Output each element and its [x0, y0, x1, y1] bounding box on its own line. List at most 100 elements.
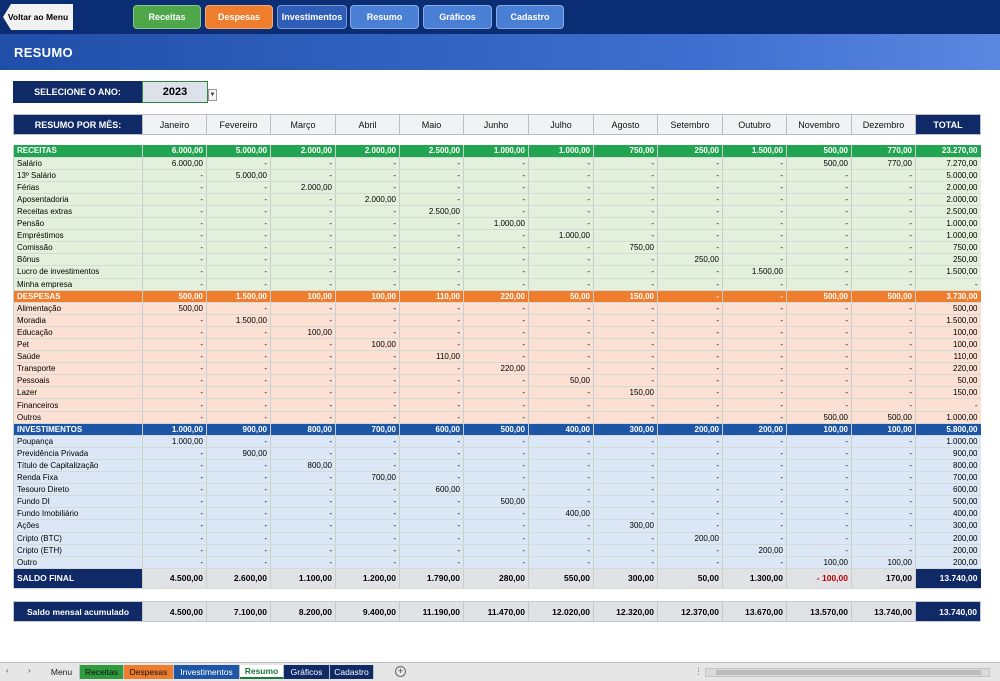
row-value: -: [786, 205, 852, 219]
row-value: -: [528, 302, 594, 315]
row-value: -: [657, 362, 723, 376]
saldo-final-value: - 100,00: [786, 568, 852, 589]
row-value: -: [593, 507, 658, 521]
sheet-tab-investimentos[interactable]: Investimentos: [174, 665, 240, 679]
chevron-right-icon[interactable]: ›: [28, 666, 31, 675]
row-value: -: [335, 556, 400, 569]
table-row: Financeiros - - - - - - - - - - - - -: [13, 398, 981, 412]
saldo-final-value: 1.200,00: [335, 568, 400, 589]
section-header-value: 800,00: [270, 423, 336, 436]
row-value: -: [335, 169, 400, 182]
nav-button-despesas[interactable]: Despesas: [205, 5, 273, 29]
row-value: -: [270, 193, 336, 206]
scrollbar-thumb[interactable]: [716, 670, 981, 675]
row-value: -: [851, 398, 916, 412]
row-value: -: [206, 278, 271, 291]
row-value: -: [463, 544, 529, 557]
row-value: -: [270, 556, 336, 569]
row-value: -: [142, 507, 207, 521]
plus-circle-icon[interactable]: +: [395, 666, 406, 677]
row-total: 400,00: [915, 507, 981, 521]
row-value: 100,00: [335, 338, 400, 352]
section-header-total: 3.730,00: [915, 290, 981, 303]
row-value: -: [142, 229, 207, 243]
nav-button-investimentos[interactable]: Investimentos: [277, 5, 347, 29]
row-value: -: [851, 350, 916, 364]
row-value: -: [657, 229, 723, 243]
row-value: -: [722, 507, 787, 521]
row-label: Pensão: [13, 217, 143, 231]
year-selector-value[interactable]: 2023: [142, 81, 208, 103]
horizontal-scrollbar[interactable]: [705, 668, 990, 677]
sheet-tab-grficos[interactable]: Gráficos: [284, 665, 330, 679]
accumulated-balance-table: Saldo mensal acumulado 4.500,00 7.100,00 8.…: [13, 601, 981, 622]
section-header-value: 100,00: [851, 423, 916, 436]
row-value: -: [206, 398, 271, 412]
table-row: Cripto (ETH) - - - - - - - - -200,00- -200,00: [13, 544, 981, 557]
row-value: -: [463, 350, 529, 364]
row-value: -: [206, 362, 271, 376]
row-value: -: [657, 495, 723, 509]
sheet-tab-cadastro[interactable]: Cadastro: [330, 665, 374, 679]
row-value: -: [593, 253, 658, 267]
chevron-left-icon[interactable]: ‹: [6, 666, 9, 675]
month-header-cell: Julho: [528, 114, 594, 135]
row-value: -: [593, 483, 658, 497]
sheet-tab-menu[interactable]: Menu: [44, 665, 80, 679]
row-value: -: [593, 314, 658, 327]
sheet-tab-resumo[interactable]: Resumo: [240, 665, 284, 679]
row-value: -: [335, 507, 400, 521]
row-value: -: [206, 338, 271, 352]
row-value: -: [851, 435, 916, 448]
row-value: -: [851, 314, 916, 327]
table-row: Tesouro Direto - - - -600,00- - - - - - -600,00: [13, 483, 981, 497]
section-header-value: 500,00: [786, 290, 852, 303]
section-header-value: 220,00: [463, 290, 529, 303]
dropdown-arrow-icon[interactable]: ▼: [208, 89, 217, 101]
row-value: -: [786, 350, 852, 364]
row-value: -: [399, 398, 464, 412]
table-row: Renda Fixa - - -700,00- - - - - - - -700,00: [13, 471, 981, 485]
row-value: -: [786, 519, 852, 533]
row-value: -: [270, 374, 336, 388]
row-total: 900,00: [915, 447, 981, 460]
row-value: -: [593, 193, 658, 206]
row-value: -: [206, 350, 271, 364]
row-value: 50,00: [528, 374, 594, 388]
saldo-final-value: 2.600,00: [206, 568, 271, 589]
row-value: -: [206, 302, 271, 315]
nav-button-resumo[interactable]: Resumo: [350, 5, 419, 29]
table-row: Educação - -100,00- - - - - - - - -100,00: [13, 326, 981, 340]
nav-button-cadastro[interactable]: Cadastro: [496, 5, 564, 29]
row-value: -: [851, 362, 916, 376]
row-value: -: [851, 447, 916, 460]
sheet-tab-receitas[interactable]: Receitas: [80, 665, 124, 679]
row-value: -: [657, 459, 723, 473]
nav-button-grficos[interactable]: Gráficos: [423, 5, 492, 29]
sheet-tab-despesas[interactable]: Despesas: [124, 665, 174, 679]
row-value: -: [270, 447, 336, 460]
section-header-value: 400,00: [528, 423, 594, 436]
row-value: -: [142, 314, 207, 327]
row-value: -: [270, 398, 336, 412]
section-header-value: 1.000,00: [528, 145, 594, 158]
row-value: -: [528, 157, 594, 170]
table-row: Fundo DI - - - - -500,00- - - - - -500,00: [13, 495, 981, 509]
splitter-handle[interactable]: ⋮: [694, 666, 703, 677]
row-value: 500,00: [463, 495, 529, 509]
row-value: -: [722, 459, 787, 473]
row-value: -: [399, 302, 464, 315]
table-row: Ações - - - - - - -300,00- - - -300,00: [13, 519, 981, 533]
back-to-menu-button[interactable]: Voltar ao Menu: [3, 4, 73, 30]
row-value: -: [270, 157, 336, 170]
row-label: Moradia: [13, 314, 143, 327]
row-value: -: [335, 447, 400, 460]
row-value: -: [270, 278, 336, 291]
row-value: -: [786, 338, 852, 352]
row-value: 500,00: [851, 411, 916, 424]
row-value: -: [335, 217, 400, 231]
row-value: -: [593, 398, 658, 412]
row-value: -: [142, 544, 207, 557]
row-value: -: [270, 253, 336, 267]
nav-button-receitas[interactable]: Receitas: [133, 5, 201, 29]
